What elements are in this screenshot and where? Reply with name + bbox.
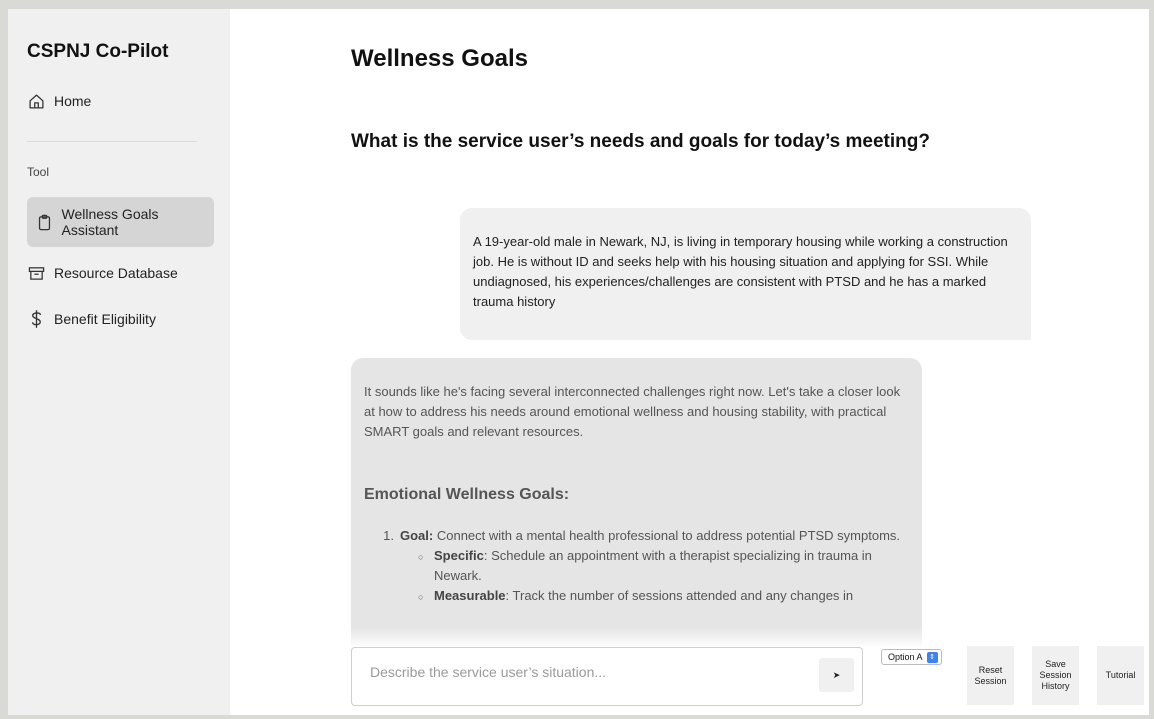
app-title: CSPNJ Co-Pilot bbox=[27, 41, 169, 62]
sidebar-item-resource-database[interactable]: Resource Database bbox=[27, 264, 178, 282]
archive-box-icon bbox=[27, 264, 45, 282]
scroll-fade bbox=[351, 628, 1149, 648]
select-caret-icon: ⇕ bbox=[926, 651, 938, 663]
app-window: CSPNJ Co-Pilot Home Tool Wellness Goals … bbox=[8, 9, 1149, 715]
list-item: 1. Goal: Connect with a mental health pr… bbox=[364, 526, 909, 546]
sidebar-item-label: Wellness Goals Assistant bbox=[61, 206, 159, 238]
section-heading: Emotional Wellness Goals: bbox=[364, 486, 570, 503]
list-item: ○ Measurable: Track the number of sessio… bbox=[418, 586, 909, 607]
option-select[interactable]: Option A ⇕ bbox=[881, 649, 942, 665]
send-button[interactable]: ➤ bbox=[819, 658, 854, 692]
user-message-text: A 19-year-old male in Newark, NJ, is liv… bbox=[473, 234, 1008, 309]
message-composer: ➤ bbox=[351, 647, 863, 706]
option-select-value: Option A bbox=[888, 652, 923, 662]
dollar-icon bbox=[27, 310, 45, 328]
user-message-bubble: A 19-year-old male in Newark, NJ, is liv… bbox=[460, 208, 1031, 340]
goal-description: Connect with a mental health professiona… bbox=[433, 528, 901, 543]
save-session-history-label: Save Session History bbox=[1039, 659, 1072, 691]
page-title: Wellness Goals bbox=[351, 45, 528, 72]
sidebar-item-home[interactable]: Home bbox=[27, 92, 91, 110]
list-item: ○ Specific: Schedule an appointment with… bbox=[418, 546, 909, 586]
tutorial-button[interactable]: Tutorial bbox=[1097, 646, 1144, 705]
sub-list: ○ Specific: Schedule an appointment with… bbox=[418, 546, 909, 607]
sidebar-item-label: Benefit Eligibility bbox=[54, 311, 156, 327]
list-number: 1. bbox=[383, 528, 394, 543]
send-icon: ➤ bbox=[832, 669, 841, 680]
question-heading: What is the service user’s needs and goa… bbox=[351, 131, 930, 152]
message-input[interactable] bbox=[370, 662, 810, 682]
sub-item-text: : Schedule an appointment with a therapi… bbox=[434, 548, 872, 583]
goal-list: 1. Goal: Connect with a mental health pr… bbox=[364, 526, 909, 607]
assistant-message-bubble: It sounds like he's facing several inter… bbox=[351, 358, 922, 648]
sub-item-label: Specific bbox=[434, 548, 484, 563]
sidebar-item-wellness-goals-assistant[interactable]: Wellness Goals Assistant bbox=[27, 197, 214, 247]
home-icon bbox=[27, 92, 45, 110]
save-session-history-button[interactable]: Save Session History bbox=[1032, 646, 1079, 705]
sub-item-label: Measurable bbox=[434, 588, 506, 603]
assistant-intro-text: It sounds like he's facing several inter… bbox=[364, 384, 901, 439]
reset-session-label: Reset Session bbox=[974, 664, 1007, 686]
goal-text: Goal: Connect with a mental health profe… bbox=[400, 526, 900, 546]
main-content: Wellness Goals What is the service user’… bbox=[230, 9, 1149, 715]
sidebar-item-label: Home bbox=[54, 93, 92, 109]
clipboard-icon bbox=[36, 213, 54, 231]
tutorial-label: Tutorial bbox=[1105, 670, 1136, 680]
sidebar-section-label: Tool bbox=[27, 165, 50, 179]
bullet-icon: ○ bbox=[418, 552, 424, 562]
sub-item-text: : Track the number of sessions attended … bbox=[505, 588, 854, 603]
sidebar: CSPNJ Co-Pilot Home Tool Wellness Goals … bbox=[8, 9, 230, 715]
reset-session-button[interactable]: Reset Session bbox=[967, 646, 1014, 705]
sidebar-item-label: Resource Database bbox=[54, 265, 178, 281]
sidebar-divider bbox=[27, 141, 197, 142]
sidebar-item-benefit-eligibility[interactable]: Benefit Eligibility bbox=[27, 310, 156, 328]
goal-label: Goal: bbox=[400, 528, 434, 543]
bullet-icon: ○ bbox=[418, 592, 424, 602]
